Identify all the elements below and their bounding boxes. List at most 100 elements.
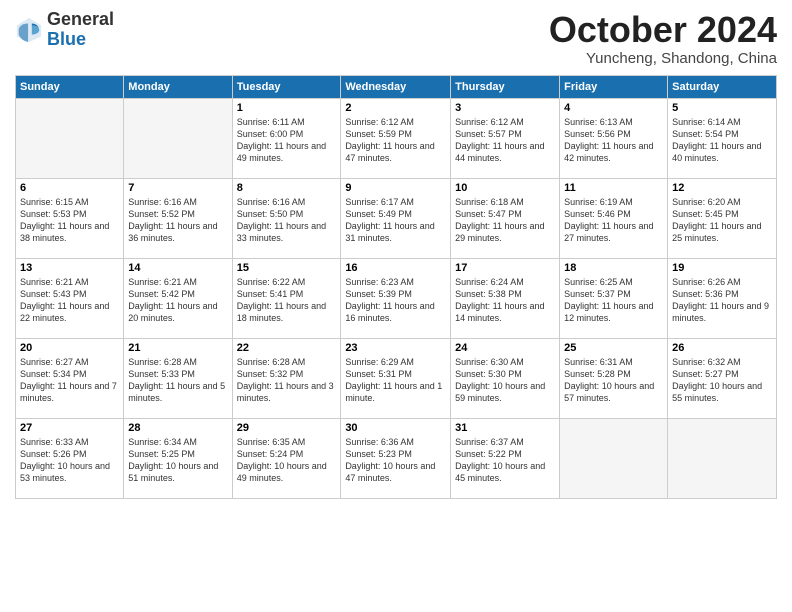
day-info: Sunrise: 6:28 AM Sunset: 5:33 PM Dayligh… [128,356,227,405]
day-info: Sunrise: 6:33 AM Sunset: 5:26 PM Dayligh… [20,436,119,485]
logo: General Blue [15,10,114,50]
calendar-table: SundayMondayTuesdayWednesdayThursdayFrid… [15,75,777,499]
day-number: 1 [237,102,337,114]
day-number: 29 [237,422,337,434]
month-title: October 2024 [549,10,777,50]
day-number: 17 [455,262,555,274]
calendar-day-cell: 29 Sunrise: 6:35 AM Sunset: 5:24 PM Dayli… [232,418,341,498]
location: Yuncheng, Shandong, China [549,50,777,67]
day-info: Sunrise: 6:12 AM Sunset: 5:57 PM Dayligh… [455,116,555,165]
weekday-header: Monday [124,75,232,98]
day-info: Sunrise: 6:27 AM Sunset: 5:34 PM Dayligh… [20,356,119,405]
calendar-day-cell: 8Sunrise: 6:16 AM Sunset: 5:50 PM Daylig… [232,178,341,258]
page-container: General Blue October 2024 Yuncheng, Shan… [0,0,792,612]
logo-icon [15,16,43,44]
day-number: 2 [345,102,446,114]
calendar-day-cell: 1 Sunrise: 6:11 AM Sunset: 6:00 PM Daylig… [232,98,341,178]
day-number: 15 [237,262,337,274]
calendar-day-cell: 7 Sunrise: 6:16 AM Sunset: 5:52 PM Daylig… [124,178,232,258]
header: General Blue October 2024 Yuncheng, Shan… [15,10,777,67]
day-info: Sunrise: 6:26 AM Sunset: 5:36 PM Dayligh… [672,276,772,325]
calendar-day-cell: 30Sunrise: 6:36 AM Sunset: 5:23 PM Dayli… [341,418,451,498]
day-number: 7 [128,182,227,194]
day-info: Sunrise: 6:20 AM Sunset: 5:45 PM Dayligh… [672,196,772,245]
day-info: Sunrise: 6:24 AM Sunset: 5:38 PM Dayligh… [455,276,555,325]
day-number: 11 [564,182,663,194]
calendar-day-cell: 25Sunrise: 6:31 AM Sunset: 5:28 PM Dayli… [560,338,668,418]
calendar-day-cell: 20 Sunrise: 6:27 AM Sunset: 5:34 PM Dayli… [16,338,124,418]
day-number: 24 [455,342,555,354]
calendar-day-cell: 26Sunrise: 6:32 AM Sunset: 5:27 PM Dayli… [668,338,777,418]
day-info: Sunrise: 6:16 AM Sunset: 5:50 PM Dayligh… [237,196,337,245]
calendar-week-row: 27 Sunrise: 6:33 AM Sunset: 5:26 PM Dayli… [16,418,777,498]
weekday-header: Saturday [668,75,777,98]
day-info: Sunrise: 6:25 AM Sunset: 5:37 PM Dayligh… [564,276,663,325]
day-info: Sunrise: 6:21 AM Sunset: 5:43 PM Dayligh… [20,276,119,325]
calendar-day-cell: 18 Sunrise: 6:25 AM Sunset: 5:37 PM Dayli… [560,258,668,338]
day-info: Sunrise: 6:11 AM Sunset: 6:00 PM Dayligh… [237,116,337,165]
calendar-day-cell: 3 Sunrise: 6:12 AM Sunset: 5:57 PM Daylig… [451,98,560,178]
day-info: Sunrise: 6:23 AM Sunset: 5:39 PM Dayligh… [345,276,446,325]
day-number: 5 [672,102,772,114]
calendar-day-cell: 15 Sunrise: 6:22 AM Sunset: 5:41 PM Dayli… [232,258,341,338]
calendar-day-cell: 31 Sunrise: 6:37 AM Sunset: 5:22 PM Dayli… [451,418,560,498]
day-info: Sunrise: 6:18 AM Sunset: 5:47 PM Dayligh… [455,196,555,245]
day-number: 18 [564,262,663,274]
calendar-header-row: SundayMondayTuesdayWednesdayThursdayFrid… [16,75,777,98]
day-number: 12 [672,182,772,194]
day-number: 21 [128,342,227,354]
day-number: 6 [20,182,119,194]
calendar-day-cell: 9 Sunrise: 6:17 AM Sunset: 5:49 PM Daylig… [341,178,451,258]
day-info: Sunrise: 6:19 AM Sunset: 5:46 PM Dayligh… [564,196,663,245]
calendar-day-cell [668,418,777,498]
day-number: 13 [20,262,119,274]
day-number: 31 [455,422,555,434]
day-number: 23 [345,342,446,354]
calendar-day-cell: 5 Sunrise: 6:14 AM Sunset: 5:54 PM Daylig… [668,98,777,178]
calendar-day-cell [560,418,668,498]
day-number: 27 [20,422,119,434]
day-info: Sunrise: 6:22 AM Sunset: 5:41 PM Dayligh… [237,276,337,325]
weekday-header: Thursday [451,75,560,98]
day-number: 14 [128,262,227,274]
calendar-day-cell: 17 Sunrise: 6:24 AM Sunset: 5:38 PM Dayli… [451,258,560,338]
day-number: 10 [455,182,555,194]
day-number: 3 [455,102,555,114]
calendar-day-cell: 27 Sunrise: 6:33 AM Sunset: 5:26 PM Dayli… [16,418,124,498]
day-info: Sunrise: 6:35 AM Sunset: 5:24 PM Dayligh… [237,436,337,485]
day-info: Sunrise: 6:17 AM Sunset: 5:49 PM Dayligh… [345,196,446,245]
weekday-header: Friday [560,75,668,98]
calendar-day-cell: 16Sunrise: 6:23 AM Sunset: 5:39 PM Dayli… [341,258,451,338]
calendar-day-cell: 4Sunrise: 6:13 AM Sunset: 5:56 PM Daylig… [560,98,668,178]
weekday-header: Sunday [16,75,124,98]
logo-text: General Blue [47,10,114,50]
weekday-header: Tuesday [232,75,341,98]
day-number: 20 [20,342,119,354]
day-info: Sunrise: 6:34 AM Sunset: 5:25 PM Dayligh… [128,436,227,485]
day-info: Sunrise: 6:14 AM Sunset: 5:54 PM Dayligh… [672,116,772,165]
calendar-day-cell: 10 Sunrise: 6:18 AM Sunset: 5:47 PM Dayli… [451,178,560,258]
calendar-day-cell: 11 Sunrise: 6:19 AM Sunset: 5:46 PM Dayli… [560,178,668,258]
calendar-day-cell: 23 Sunrise: 6:29 AM Sunset: 5:31 PM Dayli… [341,338,451,418]
day-number: 9 [345,182,446,194]
calendar-week-row: 13 Sunrise: 6:21 AM Sunset: 5:43 PM Dayli… [16,258,777,338]
calendar-day-cell: 2 Sunrise: 6:12 AM Sunset: 5:59 PM Daylig… [341,98,451,178]
calendar-day-cell: 14Sunrise: 6:21 AM Sunset: 5:42 PM Dayli… [124,258,232,338]
weekday-header: Wednesday [341,75,451,98]
day-info: Sunrise: 6:29 AM Sunset: 5:31 PM Dayligh… [345,356,446,405]
calendar-day-cell: 24Sunrise: 6:30 AM Sunset: 5:30 PM Dayli… [451,338,560,418]
day-info: Sunrise: 6:16 AM Sunset: 5:52 PM Dayligh… [128,196,227,245]
calendar-day-cell: 19Sunrise: 6:26 AM Sunset: 5:36 PM Dayli… [668,258,777,338]
day-info: Sunrise: 6:13 AM Sunset: 5:56 PM Dayligh… [564,116,663,165]
day-info: Sunrise: 6:37 AM Sunset: 5:22 PM Dayligh… [455,436,555,485]
day-number: 26 [672,342,772,354]
calendar-day-cell: 22Sunrise: 6:28 AM Sunset: 5:32 PM Dayli… [232,338,341,418]
calendar-day-cell: 13 Sunrise: 6:21 AM Sunset: 5:43 PM Dayli… [16,258,124,338]
calendar-day-cell: 12 Sunrise: 6:20 AM Sunset: 5:45 PM Dayli… [668,178,777,258]
calendar-week-row: 6Sunrise: 6:15 AM Sunset: 5:53 PM Daylig… [16,178,777,258]
calendar-day-cell: 6Sunrise: 6:15 AM Sunset: 5:53 PM Daylig… [16,178,124,258]
day-info: Sunrise: 6:36 AM Sunset: 5:23 PM Dayligh… [345,436,446,485]
calendar-week-row: 1 Sunrise: 6:11 AM Sunset: 6:00 PM Daylig… [16,98,777,178]
day-number: 28 [128,422,227,434]
day-info: Sunrise: 6:12 AM Sunset: 5:59 PM Dayligh… [345,116,446,165]
